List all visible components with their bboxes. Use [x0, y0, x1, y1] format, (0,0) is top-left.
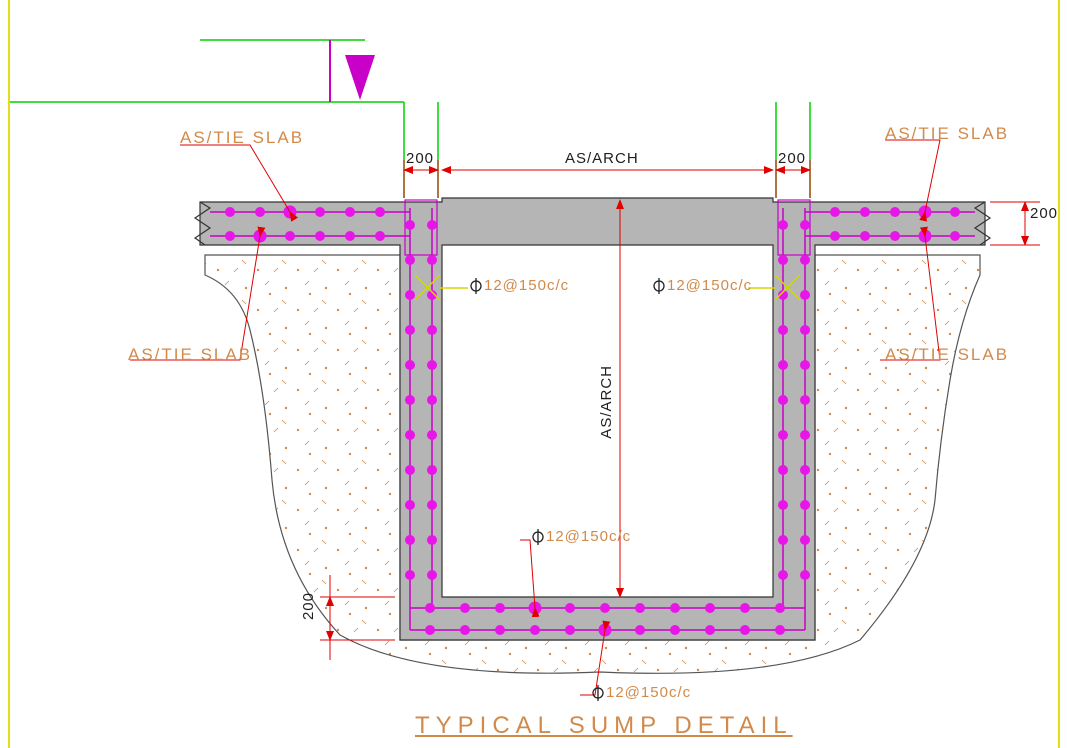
dim-wall-left: 200 [406, 150, 434, 167]
rebar-wall-right: 12@150c/c [667, 277, 752, 294]
rebar-base-top: 12@150c/c [546, 528, 631, 545]
dim-clear-width: AS/ARCH [565, 150, 639, 167]
label-tie-top-left: AS/TIE SLAB [180, 128, 304, 148]
dim-slab-right: 200 [1030, 205, 1058, 222]
label-tie-bot-left: AS/TIE SLAB [128, 345, 252, 365]
rebar-wall-left: 12@150c/c [484, 277, 569, 294]
dim-wall-right: 200 [778, 150, 806, 167]
label-tie-top-right: AS/TIE SLAB [885, 124, 1009, 144]
dim-clear-depth: AS/ARCH [598, 365, 615, 439]
dim-base: 200 [300, 592, 317, 620]
drawing-frame [8, 0, 1060, 748]
drawing-title: TYPICAL SUMP DETAIL [415, 712, 793, 740]
label-tie-bot-right: AS/TIE SLAB [885, 345, 1009, 365]
rebar-base-bottom: 12@150c/c [606, 684, 691, 701]
